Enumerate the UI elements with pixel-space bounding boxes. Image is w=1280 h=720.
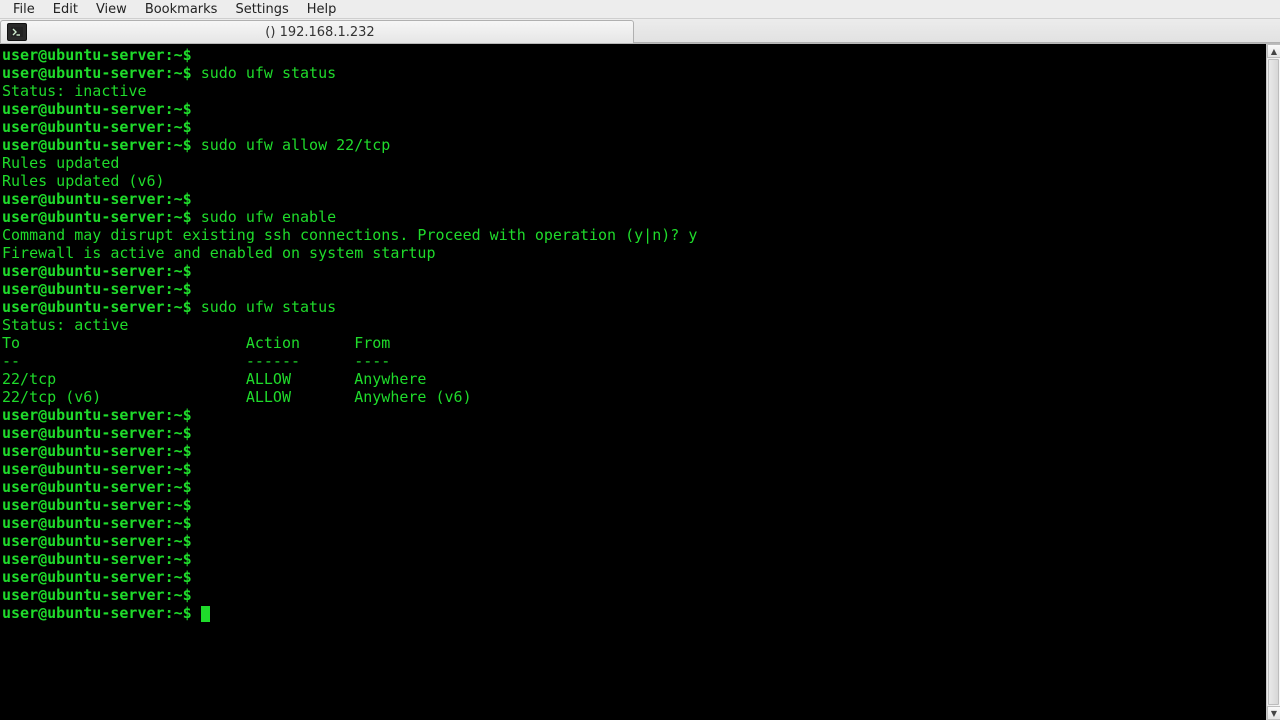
terminal-line: user@ubuntu-server:~$ [2,586,1266,604]
terminal-line: user@ubuntu-server:~$ sudo ufw status [2,64,1266,82]
terminal-line: user@ubuntu-server:~$ [2,46,1266,64]
scroll-thumb[interactable] [1268,59,1279,705]
menu-bookmarks[interactable]: Bookmarks [136,1,227,18]
cursor [201,606,210,622]
tabbar-empty [634,19,1280,43]
terminal-line: user@ubuntu-server:~$ [2,100,1266,118]
terminal-line: user@ubuntu-server:~$ [2,262,1266,280]
terminal-line: user@ubuntu-server:~$ sudo ufw allow 22/… [2,136,1266,154]
terminal-wrap: user@ubuntu-server:~$ user@ubuntu-server… [0,44,1280,720]
terminal-line: user@ubuntu-server:~$ [2,460,1266,478]
menu-view[interactable]: View [87,1,136,18]
terminal-line: Rules updated (v6) [2,172,1266,190]
menu-file[interactable]: File [4,1,44,18]
terminal-line: user@ubuntu-server:~$ [2,190,1266,208]
tab-session[interactable]: () 192.168.1.232 [0,20,634,43]
terminal-line: user@ubuntu-server:~$ [2,514,1266,532]
menu-edit[interactable]: Edit [44,1,87,18]
terminal-line: user@ubuntu-server:~$ [2,550,1266,568]
terminal-line: Rules updated [2,154,1266,172]
terminal-line: user@ubuntu-server:~$ [2,496,1266,514]
terminal-line: user@ubuntu-server:~$ sudo ufw enable [2,208,1266,226]
terminal-line: Status: active [2,316,1266,334]
terminal-line: Command may disrupt existing ssh connect… [2,226,1266,244]
terminal-line: Firewall is active and enabled on system… [2,244,1266,262]
terminal-line: user@ubuntu-server:~$ sudo ufw status [2,298,1266,316]
tab-title: () 192.168.1.232 [31,25,633,40]
menu-settings[interactable]: Settings [226,1,297,18]
terminal-line: user@ubuntu-server:~$ [2,118,1266,136]
terminal-line: user@ubuntu-server:~$ [2,424,1266,442]
terminal-line: user@ubuntu-server:~$ [2,442,1266,460]
terminal-line: Status: inactive [2,82,1266,100]
terminal-line: -- ------ ---- [2,352,1266,370]
scroll-up-button[interactable]: ▲ [1267,44,1280,58]
terminal[interactable]: user@ubuntu-server:~$ user@ubuntu-server… [0,44,1266,720]
menu-help[interactable]: Help [298,1,346,18]
scroll-down-button[interactable]: ▼ [1267,706,1280,720]
menubar: File Edit View Bookmarks Settings Help [0,0,1280,19]
terminal-line: user@ubuntu-server:~$ [2,568,1266,586]
terminal-line: user@ubuntu-server:~$ [2,406,1266,424]
terminal-line: 22/tcp (v6) ALLOW Anywhere (v6) [2,388,1266,406]
terminal-line: user@ubuntu-server:~$ [2,280,1266,298]
terminal-line: user@ubuntu-server:~$ [2,532,1266,550]
terminal-line: user@ubuntu-server:~$ [2,478,1266,496]
terminal-line: user@ubuntu-server:~$ [2,604,1266,622]
terminal-line: To Action From [2,334,1266,352]
tabbar: () 192.168.1.232 [0,19,1280,44]
terminal-icon [7,23,27,41]
vertical-scrollbar[interactable]: ▲ ▼ [1266,44,1280,720]
terminal-line: 22/tcp ALLOW Anywhere [2,370,1266,388]
